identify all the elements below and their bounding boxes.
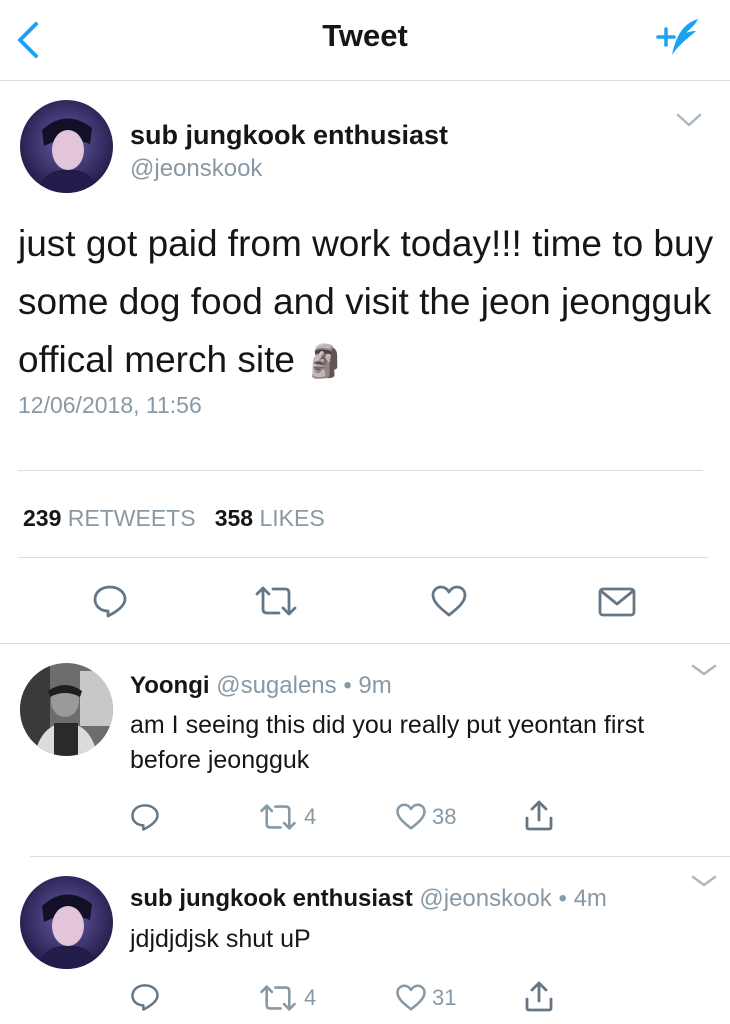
reply-author-handle[interactable]: @jeonskook	[419, 885, 551, 912]
nav-divider	[0, 80, 730, 81]
reply-time: 9m	[358, 672, 392, 699]
reply-author-name[interactable]: sub jungkook enthusiast	[130, 885, 413, 912]
reply-icon	[93, 585, 127, 618]
retweet-button[interactable]	[258, 984, 298, 1017]
likes-stat[interactable]: 358 LIKES	[215, 505, 325, 531]
tweet-menu-button[interactable]	[674, 110, 704, 135]
avatar-image	[20, 100, 113, 193]
reply-text: am I seeing this did you really put yeon…	[130, 711, 645, 774]
retweet-icon	[260, 804, 296, 830]
reply-button[interactable]	[92, 583, 128, 624]
reply-icon	[131, 984, 159, 1011]
like-button[interactable]	[430, 584, 468, 623]
like-icon	[396, 984, 426, 1011]
direct-message-button[interactable]	[597, 586, 637, 623]
reply-icon	[131, 804, 159, 831]
reply-text: jdjdjdjsk shut uP	[130, 925, 311, 953]
like-icon	[396, 803, 426, 830]
like-icon	[431, 585, 467, 617]
message-icon	[598, 587, 636, 617]
dropdown-chevron-icon	[676, 113, 702, 127]
retweet-button[interactable]	[258, 803, 298, 836]
retweets-stat[interactable]: 239 RETWEETS	[23, 505, 196, 531]
reply-avatar[interactable]	[20, 876, 113, 969]
divider	[0, 643, 730, 644]
like-button[interactable]	[395, 802, 427, 836]
reply-header: sub jungkook enthusiast @jeonskook • 4m	[130, 885, 607, 913]
share-button[interactable]	[523, 979, 555, 1018]
page-title: Tweet	[322, 18, 408, 53]
avatar[interactable]	[20, 100, 113, 193]
retweet-icon	[260, 985, 296, 1011]
retweet-count: 4	[304, 985, 317, 1010]
separator-dot: •	[343, 672, 352, 699]
reply-button[interactable]	[130, 982, 160, 1017]
dropdown-chevron-icon	[691, 664, 717, 676]
reply-time: 4m	[573, 885, 607, 912]
retweet-count: 4	[304, 804, 317, 829]
reply-menu-button[interactable]	[690, 662, 718, 683]
compose-icon	[656, 19, 698, 55]
author-name[interactable]: sub jungkook enthusiast	[130, 120, 448, 151]
reply-button[interactable]	[130, 802, 160, 837]
author-handle[interactable]: @jeonskook	[130, 155, 262, 183]
divider	[18, 557, 708, 558]
retweet-icon	[255, 586, 297, 616]
like-count: 31	[432, 985, 457, 1010]
share-icon	[525, 800, 553, 831]
separator-dot: •	[558, 885, 567, 912]
tweet-stats: 239 RETWEETS 358 LIKES	[23, 505, 325, 532]
share-icon	[525, 981, 553, 1012]
like-count: 38	[432, 804, 457, 829]
retweet-button[interactable]	[253, 585, 299, 622]
share-button[interactable]	[523, 798, 555, 837]
avatar-image	[20, 663, 113, 756]
moai-emoji: 🗿	[305, 343, 346, 379]
reply-avatar[interactable]	[20, 663, 113, 756]
like-button[interactable]	[395, 983, 427, 1017]
divider	[30, 856, 730, 857]
divider	[18, 470, 703, 471]
tweet-timestamp: 12/06/2018, 11:56	[18, 392, 202, 418]
reply-author-name[interactable]: Yoongi	[130, 672, 210, 699]
avatar-image	[20, 876, 113, 969]
tweet-body: just got paid from work today!!! time to…	[18, 223, 714, 380]
tweet-text: just got paid from work today!!! time to…	[18, 215, 723, 390]
dropdown-chevron-icon	[691, 875, 717, 887]
reply-menu-button[interactable]	[690, 873, 718, 894]
reply-header: Yoongi @sugalens • 9m	[130, 672, 392, 700]
reply-author-handle[interactable]: @sugalens	[216, 672, 336, 699]
compose-button[interactable]	[650, 15, 706, 68]
